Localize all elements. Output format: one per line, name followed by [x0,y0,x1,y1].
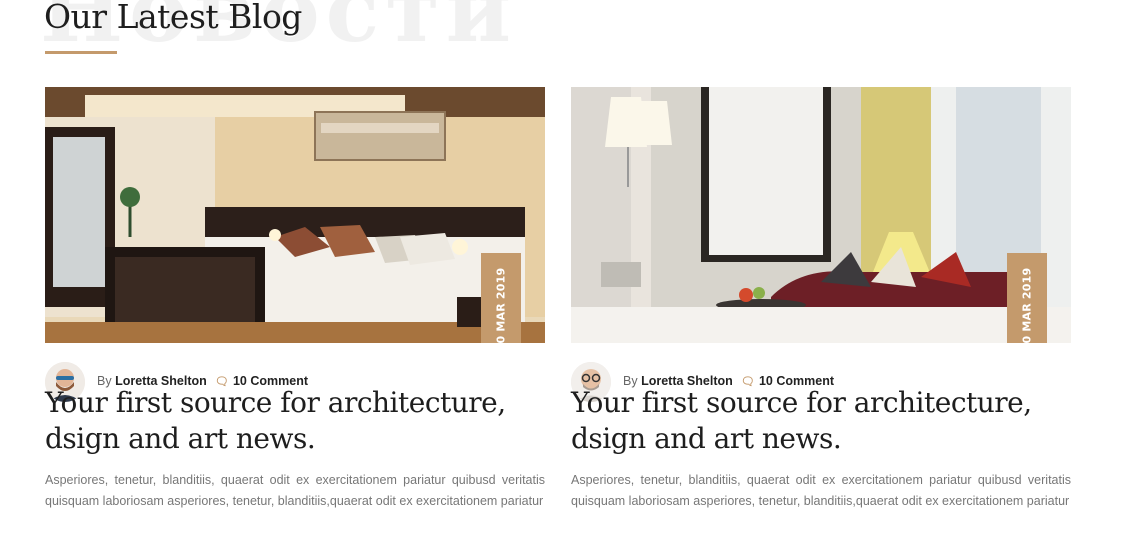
blog-card: 20 MAR 2019 By Loretta Shelton 🗨 10 Comme… [45,87,545,517]
post-excerpt: Asperiores, tenetur, blanditiis, quaerat… [45,473,545,508]
date-badge: 20 MAR 2019 [481,253,521,343]
post-title[interactable]: Your first source for architecture, dsig… [571,385,1071,457]
section-title: Our Latest Blog [44,0,302,36]
post-image-bedroom[interactable]: 20 MAR 2019 [45,87,545,343]
date-text: 20 MAR 2019 [1020,267,1034,343]
post-excerpt: Asperiores, tenetur, blanditiis, quaerat… [571,473,1071,508]
post-image-hotel-room[interactable]: 20 MAR 2019 [571,87,1071,343]
date-text: 20 MAR 2019 [494,267,508,343]
post-title[interactable]: Your first source for architecture, dsig… [45,385,545,457]
title-underline [45,51,117,54]
date-badge: 20 MAR 2019 [1007,253,1047,343]
blog-card: 20 MAR 2019 By Loretta Shelton 🗨 10 Comme… [571,87,1071,517]
